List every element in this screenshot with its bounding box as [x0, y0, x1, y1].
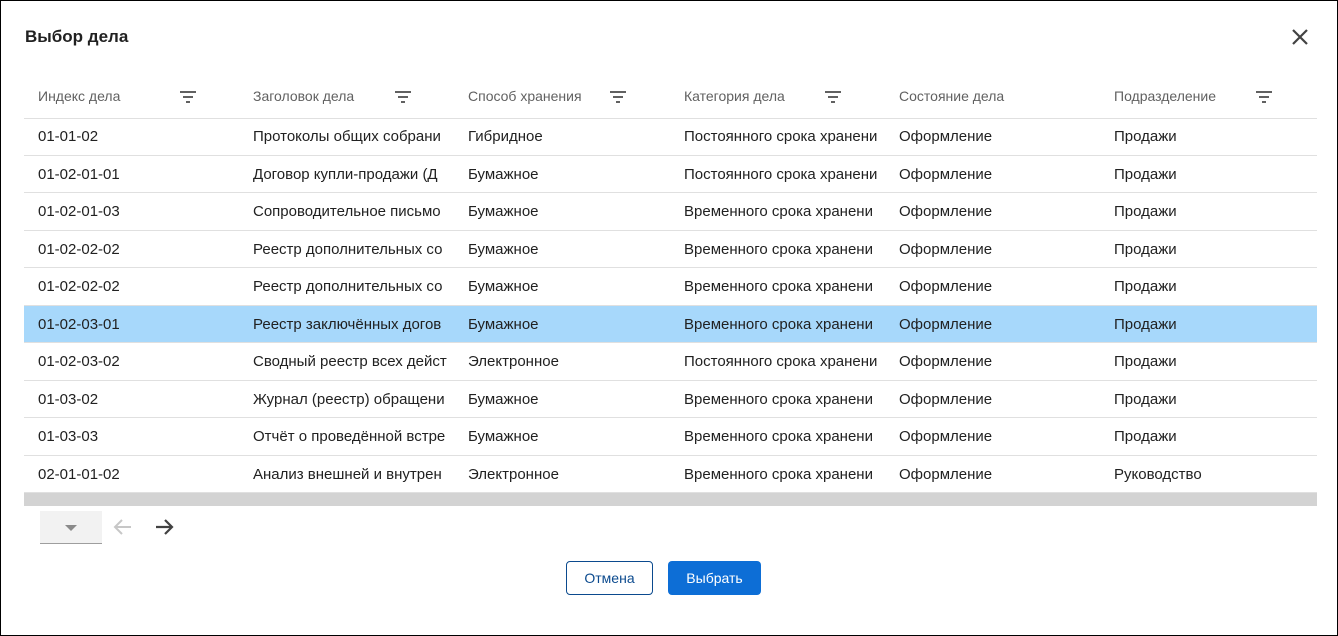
cell-title: Сопроводительное письмо [253, 203, 441, 220]
arrow-right-icon[interactable] [152, 515, 176, 539]
table-body: 01-01-02 Протоколы общих собрани Гибридное… [24, 118, 1317, 493]
cell-index: 01-02-02-02 [38, 278, 120, 295]
column-header-index[interactable]: Индекс дела [38, 77, 120, 118]
cell-title: Реестр заключённых догов [253, 315, 442, 333]
cell-title: Реестр дополнительных со [253, 278, 443, 295]
table-row[interactable]: 01-03-02 Журнал (реестр) обращени Бумажное… [24, 381, 1317, 418]
cell-category: Постоянного срока хранени [684, 353, 878, 370]
column-header-title[interactable]: Заголовок дела [253, 77, 354, 118]
cell-storage: Бумажное [468, 390, 539, 408]
cell-category: Временного срока хранени [684, 315, 873, 333]
cell-category: Временного срока хранени [684, 278, 873, 295]
table-header: Индекс дела Заголовок дела Способ хранения… [24, 77, 1317, 119]
cell-state: Оформление [899, 353, 993, 370]
cell-department: Продажи [1114, 315, 1177, 333]
column-header-state[interactable]: Состояние дела [899, 77, 1004, 118]
cell-storage: Электронное [468, 465, 559, 483]
filter-icon[interactable] [178, 87, 198, 107]
cell-storage: Гибридное [468, 128, 543, 145]
cell-state: Оформление [899, 240, 993, 258]
cell-index: 01-03-03 [38, 428, 99, 445]
cell-department: Продажи [1114, 165, 1177, 183]
table-row[interactable]: 01-01-02 Протоколы общих собрани Гибридное… [24, 118, 1317, 156]
cell-index: 01-02-03-01 [38, 315, 120, 333]
arrow-left-icon[interactable] [111, 515, 135, 539]
cell-storage: Бумажное [468, 203, 539, 220]
dialog-title: Выбор дела [25, 27, 129, 46]
triangle-down-icon [65, 525, 77, 531]
cell-category: Временного срока хранени [684, 203, 873, 220]
table-row[interactable]: 01-02-01-03 Сопроводительное письмо Бумажн… [24, 193, 1317, 231]
cell-department: Продажи [1114, 278, 1177, 295]
cell-title: Анализ внешней и внутрен [253, 465, 442, 483]
cell-department: Продажи [1114, 390, 1177, 408]
cell-storage: Электронное [468, 353, 559, 370]
cell-title: Отчёт о проведённой встре [253, 428, 446, 445]
horizontal-scrollbar[interactable] [24, 493, 1317, 506]
table-row[interactable]: 01-03-03 Отчёт о проведённой встре Бумажно… [24, 418, 1317, 456]
cell-category: Постоянного срока хранени [684, 165, 878, 183]
column-header-storage[interactable]: Способ хранения [468, 77, 582, 118]
table-row[interactable]: 01-02-02-02 Реестр дополнительных со Бумаж… [24, 231, 1317, 268]
filter-icon[interactable] [393, 87, 413, 107]
cell-category: Временного срока хранени [684, 465, 873, 483]
cell-state: Оформление [899, 315, 993, 333]
table-row[interactable]: 01-02-01-01 Договор купли-продажи (Д Бумаж… [24, 156, 1317, 193]
cell-index: 01-02-02-02 [38, 240, 120, 258]
page-size-select[interactable] [40, 511, 102, 544]
cell-index: 01-02-01-01 [38, 165, 120, 183]
cell-state: Оформление [899, 203, 993, 220]
cell-category: Постоянного срока хранени [684, 128, 878, 145]
table-row[interactable]: 01-02-03-01 Реестр заключённых догов Бумаж… [24, 305, 1317, 343]
cell-state: Оформление [899, 128, 993, 145]
table-row[interactable]: 02-01-01-02 Анализ внешней и внутрен Элект… [24, 456, 1317, 493]
cell-state: Оформление [899, 278, 993, 295]
cell-department: Продажи [1114, 203, 1177, 220]
cell-category: Временного срока хранени [684, 240, 873, 258]
cell-title: Сводный реестр всех дейст [253, 353, 447, 370]
cell-category: Временного срока хранени [684, 428, 873, 445]
filter-icon[interactable] [1254, 87, 1274, 107]
select-case-dialog: Выбор дела Индекс дела Заголовок дела Спос… [0, 0, 1338, 636]
table-row[interactable]: 01-02-02-02 Реестр дополнительных со Бумаж… [24, 268, 1317, 306]
column-header-category[interactable]: Категория дела [684, 77, 785, 118]
close-icon[interactable] [1288, 25, 1312, 49]
cell-state: Оформление [899, 390, 993, 408]
column-header-department[interactable]: Подразделение [1114, 77, 1216, 118]
filter-icon[interactable] [608, 87, 628, 107]
cell-index: 01-02-01-03 [38, 203, 120, 220]
cell-title: Протоколы общих собрани [253, 128, 441, 145]
table-row[interactable]: 01-02-03-02 Сводный реестр всех дейст Элек… [24, 343, 1317, 381]
cell-title: Реестр дополнительных со [253, 240, 443, 258]
cell-state: Оформление [899, 465, 993, 483]
cell-index: 02-01-01-02 [38, 465, 120, 483]
cell-department: Продажи [1114, 428, 1177, 445]
cell-storage: Бумажное [468, 165, 539, 183]
select-button[interactable]: Выбрать [668, 561, 761, 595]
cell-index: 01-03-02 [38, 390, 99, 408]
cell-storage: Бумажное [468, 315, 539, 333]
cell-department: Продажи [1114, 128, 1177, 145]
cell-department: Продажи [1114, 240, 1177, 258]
cell-department: Руководство [1114, 465, 1202, 483]
filter-icon[interactable] [823, 87, 843, 107]
cell-index: 01-01-02 [38, 128, 99, 145]
cell-state: Оформление [899, 428, 993, 445]
cell-storage: Бумажное [468, 240, 539, 258]
cell-state: Оформление [899, 165, 993, 183]
cell-title: Журнал (реестр) обращени [253, 390, 445, 408]
cell-title: Договор купли-продажи (Д [253, 165, 438, 183]
cell-category: Временного срока хранени [684, 390, 873, 408]
cell-storage: Бумажное [468, 278, 539, 295]
cell-storage: Бумажное [468, 428, 539, 445]
cell-index: 01-02-03-02 [38, 353, 120, 370]
cancel-button[interactable]: Отмена [566, 561, 653, 595]
cell-department: Продажи [1114, 353, 1177, 370]
